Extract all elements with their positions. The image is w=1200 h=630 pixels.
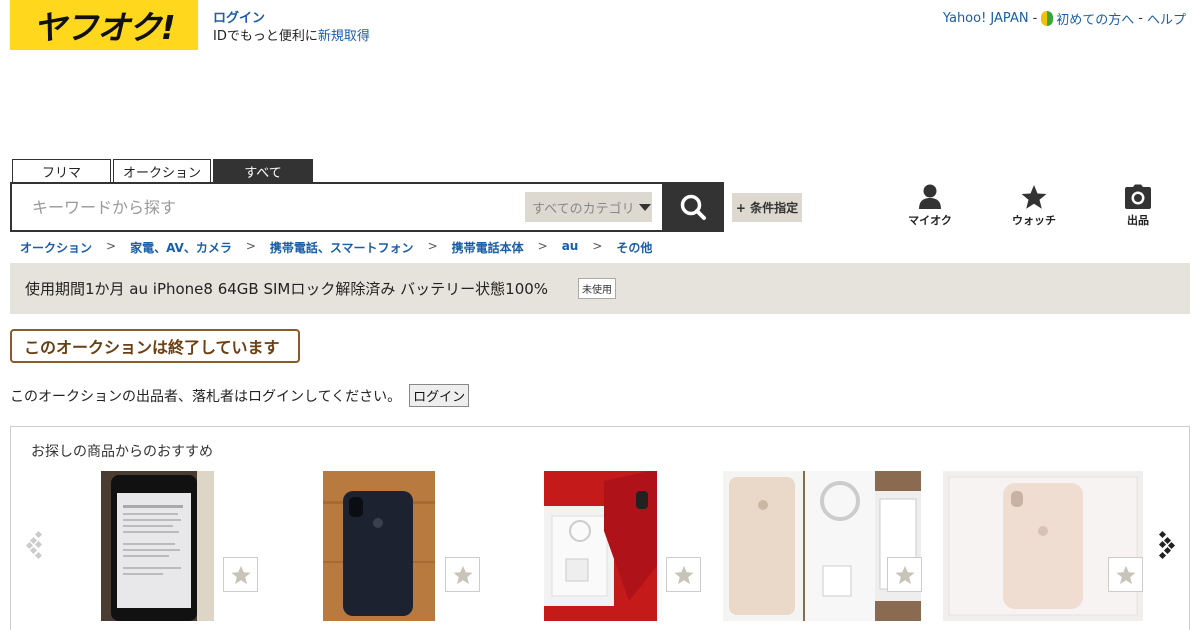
tab-all[interactable]: すべて (213, 159, 313, 183)
yahoo-japan-link[interactable]: Yahoo! JAPAN (943, 11, 1029, 26)
star-icon (452, 565, 473, 584)
login-notice-text: このオークションの出品者、落札者はログインしてください。 (10, 388, 402, 405)
star-icon (1021, 185, 1047, 209)
condition-badge: 未使用 (578, 278, 617, 299)
my-auction-button[interactable]: マイオク (900, 184, 960, 228)
chevron-left-icon[interactable] (25, 530, 47, 560)
recommendation-panel: お探しの商品からのおすすめ (10, 426, 1190, 630)
login-sub-text: IDでもっと便利に (213, 29, 318, 44)
breadcrumb: オークション > 家電、AV、カメラ > 携帯電話、スマートフォン > 携帯電話… (20, 239, 652, 256)
breadcrumb-item-appliances[interactable]: 家電、AV、カメラ (130, 239, 232, 256)
breadcrumb-item-au[interactable]: au (562, 239, 579, 256)
breadcrumb-item-auction[interactable]: オークション (20, 239, 92, 256)
search-icon (680, 194, 706, 220)
item-title-bar: 使用期間1か月 au iPhone8 64GB SIMロック解除済み バッテリー… (10, 263, 1190, 314)
logo-text: ヤフオク! (33, 8, 175, 47)
item-photo[interactable] (323, 471, 435, 621)
caret-down-icon (638, 203, 651, 211)
search-box: すべてのカテゴリ (10, 182, 724, 232)
yahuoku-logo[interactable]: ヤフオク! (10, 0, 198, 50)
search-tabs: フリマ オークション すべて (12, 159, 313, 183)
watch-item-button[interactable] (1108, 557, 1143, 592)
login-sub: IDでもっと便利に新規取得 (213, 28, 370, 46)
search-input[interactable] (32, 197, 512, 217)
chevron-right-icon[interactable] (1155, 530, 1177, 560)
beginner-link-label: 初めての方へ (1056, 13, 1135, 28)
breadcrumb-separator: > (537, 239, 548, 253)
sell-label: 出品 (1127, 214, 1149, 227)
help-link[interactable]: ヘルプ (1147, 9, 1186, 28)
category-select[interactable]: すべてのカテゴリ (525, 192, 652, 222)
top-links-separator: - (1138, 11, 1143, 26)
signup-link[interactable]: 新規取得 (318, 29, 370, 44)
item-photo[interactable] (544, 471, 657, 621)
breadcrumb-separator: > (106, 239, 117, 253)
tab-furima[interactable]: フリマ (12, 159, 111, 183)
watch-item-button[interactable] (223, 557, 258, 592)
breadcrumb-item-phone-body[interactable]: 携帯電話本体 (452, 239, 524, 256)
star-icon (1115, 565, 1136, 584)
breadcrumb-item-other[interactable]: その他 (616, 239, 652, 256)
breadcrumb-separator: > (427, 239, 438, 253)
item-photo[interactable] (943, 471, 1143, 621)
top-links-separator: - (1032, 11, 1038, 26)
login-notice: このオークションの出品者、落札者はログインしてください。 ログイン (10, 384, 470, 407)
phone-photo-image (323, 471, 435, 621)
notice-login-button[interactable]: ログイン (409, 384, 470, 407)
search-button[interactable] (662, 182, 724, 232)
star-icon (894, 565, 915, 584)
watch-label: ウォッチ (1012, 214, 1056, 227)
top-links: Yahoo! JAPAN - 初めての方へ - ヘルプ (943, 9, 1186, 28)
auction-ended-label: このオークションは終了しています (10, 329, 300, 363)
phone-photo-image (101, 471, 214, 621)
watch-button[interactable]: ウォッチ (1004, 184, 1064, 228)
breadcrumb-separator: > (592, 239, 603, 253)
beginner-link[interactable]: 初めての方へ (1041, 9, 1134, 28)
user-icon (919, 184, 941, 209)
beginner-mark-icon (1041, 11, 1054, 26)
login-box: ログイン IDでもっと便利に新規取得 (213, 10, 370, 46)
watch-item-button[interactable] (666, 557, 701, 592)
phone-photo-image (544, 471, 657, 621)
login-link[interactable]: ログイン (213, 10, 370, 28)
phone-photo-image (723, 471, 921, 621)
tab-auction[interactable]: オークション (113, 159, 211, 183)
star-icon (673, 565, 694, 584)
condition-button[interactable]: + 条件指定 (732, 193, 802, 222)
category-select-value: すべてのカテゴリ (532, 201, 635, 217)
camera-icon (1125, 184, 1151, 209)
breadcrumb-separator: > (245, 239, 256, 253)
sell-button[interactable]: 出品 (1108, 184, 1168, 228)
item-photo[interactable] (101, 471, 214, 621)
breadcrumb-item-mobile[interactable]: 携帯電話、スマートフォン (270, 239, 414, 256)
item-title: 使用期間1か月 au iPhone8 64GB SIMロック解除済み バッテリー… (25, 280, 549, 298)
watch-item-button[interactable] (887, 557, 922, 592)
recommendation-heading: お探しの商品からのおすすめ (31, 444, 213, 460)
my-auction-label: マイオク (908, 214, 952, 227)
watch-item-button[interactable] (445, 557, 480, 592)
item-photo[interactable] (723, 471, 921, 621)
phone-photo-image (943, 471, 1143, 621)
star-icon (230, 565, 251, 584)
